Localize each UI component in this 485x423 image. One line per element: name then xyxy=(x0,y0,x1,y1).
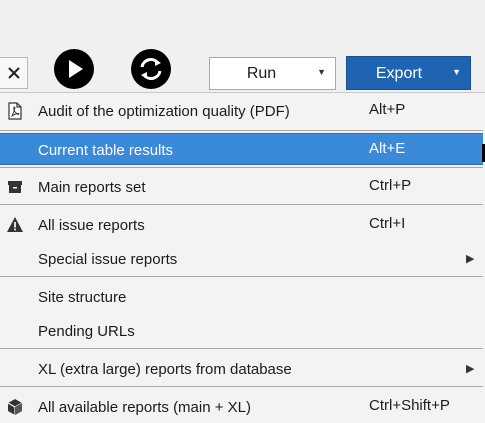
menu-divider xyxy=(0,204,483,205)
export-label: Export xyxy=(375,65,423,82)
menu-divider xyxy=(0,167,483,168)
play-icon xyxy=(54,49,94,89)
archive-box-icon xyxy=(8,181,22,193)
menu-item-label: Special issue reports xyxy=(38,251,178,268)
play-button[interactable] xyxy=(53,48,95,90)
chevron-right-icon: ▶ xyxy=(466,363,475,375)
chevron-down-icon: ▼ xyxy=(317,67,326,77)
menu-item-special-issue-reports[interactable]: Special issue reports ▶ xyxy=(0,243,483,275)
menu-divider xyxy=(0,348,483,349)
menu-item-audit-pdf[interactable]: Audit of the optimization quality (PDF) … xyxy=(0,95,483,127)
menu-item-main-reports-set[interactable]: Main reports set Ctrl+P xyxy=(0,171,483,203)
menu-item-shortcut: Alt+E xyxy=(369,140,406,157)
close-button[interactable] xyxy=(0,57,28,89)
menu-item-current-table-results[interactable]: Current table results Alt+E xyxy=(0,133,483,165)
menu-item-xl-reports[interactable]: XL (extra large) reports from database ▶ xyxy=(0,353,483,385)
menu-item-label: Site structure xyxy=(38,289,127,306)
menu-item-label: All issue reports xyxy=(38,217,145,234)
export-menu: Audit of the optimization quality (PDF) … xyxy=(0,92,485,423)
pdf-icon xyxy=(8,102,22,120)
close-icon xyxy=(7,67,20,79)
toolbar: Run ▼ Export ▼ xyxy=(0,0,485,92)
menu-item-label: Pending URLs xyxy=(38,323,135,340)
refresh-icon xyxy=(131,49,171,89)
menu-item-all-issue-reports[interactable]: All issue reports Ctrl+I xyxy=(0,209,483,241)
chevron-right-icon: ▶ xyxy=(466,253,475,265)
menu-item-shortcut: Ctrl+Shift+P xyxy=(369,397,450,414)
menu-item-shortcut: Ctrl+P xyxy=(369,177,412,194)
export-dropdown-button[interactable]: Export ▼ xyxy=(346,56,471,90)
chevron-down-icon: ▼ xyxy=(452,67,461,77)
warning-icon xyxy=(7,217,23,232)
menu-item-label: Main reports set xyxy=(38,179,146,196)
menu-item-label: Current table results xyxy=(38,142,174,159)
menu-item-pending-urls[interactable]: Pending URLs xyxy=(0,315,483,347)
run-label: Run xyxy=(246,65,277,82)
cube-icon xyxy=(7,399,23,415)
menu-divider xyxy=(0,276,483,277)
menu-item-site-structure[interactable]: Site structure xyxy=(0,281,483,313)
menu-item-shortcut: Ctrl+I xyxy=(369,215,406,232)
menu-item-label: All available reports (main + XL) xyxy=(38,399,252,416)
menu-item-label: Audit of the optimization quality (PDF) xyxy=(38,103,290,120)
run-dropdown[interactable]: Run ▼ xyxy=(209,57,336,90)
menu-item-all-available-reports[interactable]: All available reports (main + XL) Ctrl+S… xyxy=(0,391,483,423)
refresh-button[interactable] xyxy=(130,48,172,90)
menu-divider xyxy=(0,130,483,131)
menu-item-label: XL (extra large) reports from database xyxy=(38,361,292,378)
menu-divider xyxy=(0,386,483,387)
menu-item-shortcut: Alt+P xyxy=(369,101,406,118)
